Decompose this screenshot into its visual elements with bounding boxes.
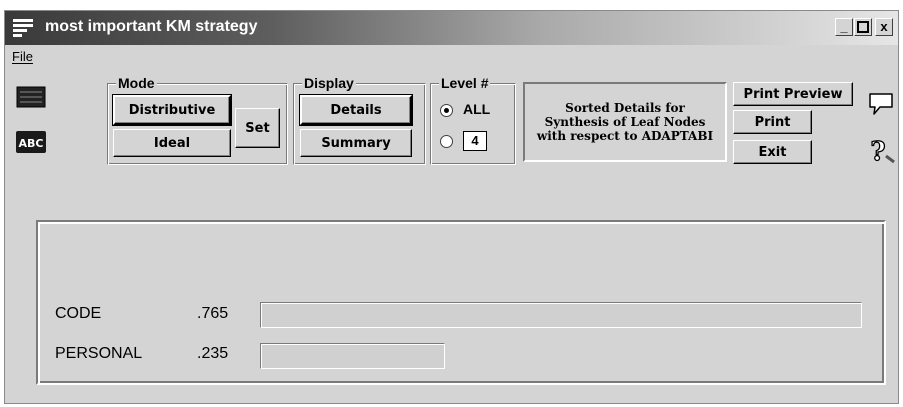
- set-button[interactable]: Set: [235, 108, 280, 148]
- level-number-radio[interactable]: [440, 135, 453, 148]
- level-group: Level #: [430, 75, 516, 165]
- svg-text:ABC: ABC: [19, 137, 44, 150]
- level-number-input[interactable]: 4: [463, 131, 487, 151]
- info-box: Sorted Details for Synthesis of Leaf Nod…: [523, 82, 727, 162]
- level-group-label: Level #: [439, 75, 491, 91]
- speech-bubble-icon[interactable]: [866, 90, 896, 123]
- result-row-label-code: CODE: [55, 305, 102, 322]
- menu-file[interactable]: File: [12, 49, 33, 64]
- exit-button[interactable]: Exit: [733, 140, 812, 164]
- minimize-button[interactable]: _: [835, 18, 853, 36]
- result-row-value-personal: .235: [197, 345, 229, 362]
- system-menu-icon[interactable]: [13, 19, 33, 37]
- print-button[interactable]: Print: [733, 110, 812, 134]
- result-bar-personal: [260, 343, 445, 369]
- result-row-value-code: .765: [197, 305, 229, 322]
- summary-button[interactable]: Summary: [300, 129, 412, 157]
- level-all-radio[interactable]: [440, 104, 453, 117]
- close-button[interactable]: x: [875, 18, 893, 36]
- result-row-label-personal: PERSONAL: [55, 345, 143, 362]
- distributive-button[interactable]: Distributive: [112, 94, 232, 126]
- level-all-label: ALL: [463, 101, 491, 117]
- menu-bar: File: [5, 45, 898, 67]
- maximize-icon: [857, 21, 869, 33]
- svg-text:?: ?: [870, 137, 885, 166]
- result-bar-code: [260, 302, 862, 328]
- ideal-button[interactable]: Ideal: [113, 129, 231, 157]
- mode-group-label: Mode: [116, 75, 157, 91]
- details-button[interactable]: Details: [299, 94, 413, 126]
- info-text: Sorted Details for Synthesis of Leaf Nod…: [536, 101, 714, 143]
- keyboard-icon[interactable]: [16, 86, 46, 113]
- maximize-button[interactable]: [854, 18, 872, 36]
- window-title: most important KM strategy: [45, 18, 258, 35]
- help-question-icon[interactable]: ?: [866, 136, 896, 171]
- title-bar[interactable]: most important KM strategy _ x: [5, 11, 898, 45]
- print-preview-button[interactable]: Print Preview: [733, 82, 853, 106]
- result-bar-fill-code: [261, 303, 861, 327]
- menu-file-label: File: [12, 49, 33, 64]
- abc-text-icon[interactable]: ABC: [15, 130, 47, 159]
- display-group-label: Display: [302, 75, 356, 91]
- result-bar-fill-personal: [261, 344, 444, 368]
